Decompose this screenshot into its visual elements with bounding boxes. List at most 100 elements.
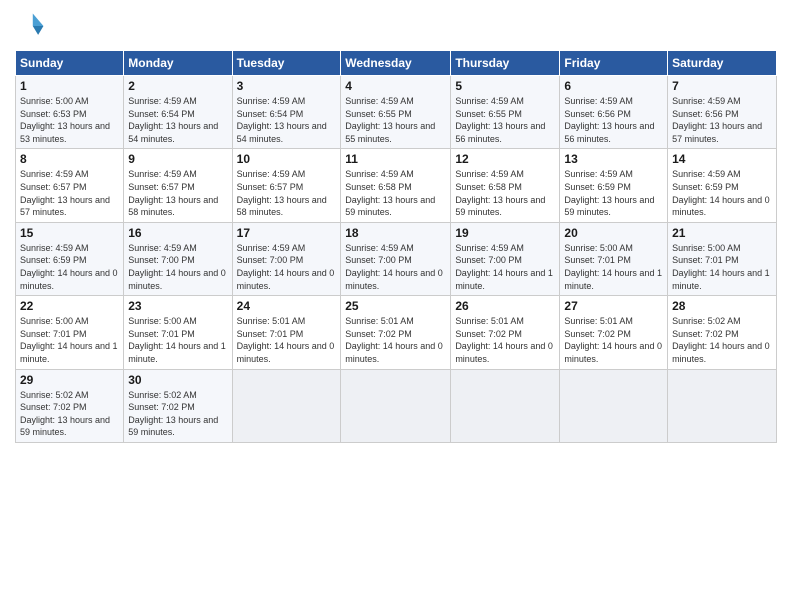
calendar-cell: 6 Sunrise: 4:59 AMSunset: 6:56 PMDayligh… [560,76,668,149]
day-number: 9 [128,152,227,166]
calendar-cell: 18 Sunrise: 4:59 AMSunset: 7:00 PMDaylig… [341,222,451,295]
calendar-cell: 10 Sunrise: 4:59 AMSunset: 6:57 PMDaylig… [232,149,341,222]
day-detail: Sunrise: 4:59 AMSunset: 6:55 PMDaylight:… [455,95,555,145]
day-number: 18 [345,226,446,240]
day-number: 21 [672,226,772,240]
calendar-cell: 16 Sunrise: 4:59 AMSunset: 7:00 PMDaylig… [124,222,232,295]
calendar-cell: 17 Sunrise: 4:59 AMSunset: 7:00 PMDaylig… [232,222,341,295]
day-detail: Sunrise: 4:59 AMSunset: 6:57 PMDaylight:… [237,168,337,218]
logo [15,10,49,42]
day-number: 14 [672,152,772,166]
day-detail: Sunrise: 5:00 AMSunset: 7:01 PMDaylight:… [128,315,227,365]
day-detail: Sunrise: 4:59 AMSunset: 7:00 PMDaylight:… [128,242,227,292]
calendar-cell: 11 Sunrise: 4:59 AMSunset: 6:58 PMDaylig… [341,149,451,222]
day-number: 3 [237,79,337,93]
day-number: 6 [564,79,663,93]
calendar-table: SundayMondayTuesdayWednesdayThursdayFrid… [15,50,777,443]
calendar-cell [451,369,560,442]
day-detail: Sunrise: 4:59 AMSunset: 6:54 PMDaylight:… [128,95,227,145]
day-detail: Sunrise: 4:59 AMSunset: 7:00 PMDaylight:… [237,242,337,292]
day-detail: Sunrise: 4:59 AMSunset: 6:58 PMDaylight:… [455,168,555,218]
calendar-week-row: 8 Sunrise: 4:59 AMSunset: 6:57 PMDayligh… [16,149,777,222]
calendar-cell: 7 Sunrise: 4:59 AMSunset: 6:56 PMDayligh… [668,76,777,149]
calendar-cell [668,369,777,442]
day-detail: Sunrise: 5:01 AMSunset: 7:02 PMDaylight:… [345,315,446,365]
calendar-cell: 3 Sunrise: 4:59 AMSunset: 6:54 PMDayligh… [232,76,341,149]
day-number: 26 [455,299,555,313]
day-number: 4 [345,79,446,93]
calendar-cell: 9 Sunrise: 4:59 AMSunset: 6:57 PMDayligh… [124,149,232,222]
weekday-header-saturday: Saturday [668,51,777,76]
calendar-cell: 29 Sunrise: 5:02 AMSunset: 7:02 PMDaylig… [16,369,124,442]
calendar-cell: 30 Sunrise: 5:02 AMSunset: 7:02 PMDaylig… [124,369,232,442]
day-detail: Sunrise: 4:59 AMSunset: 6:59 PMDaylight:… [672,168,772,218]
day-detail: Sunrise: 4:59 AMSunset: 6:59 PMDaylight:… [20,242,119,292]
day-detail: Sunrise: 4:59 AMSunset: 6:54 PMDaylight:… [237,95,337,145]
calendar-week-row: 29 Sunrise: 5:02 AMSunset: 7:02 PMDaylig… [16,369,777,442]
calendar-cell: 14 Sunrise: 4:59 AMSunset: 6:59 PMDaylig… [668,149,777,222]
weekday-header-wednesday: Wednesday [341,51,451,76]
calendar-cell: 2 Sunrise: 4:59 AMSunset: 6:54 PMDayligh… [124,76,232,149]
calendar-cell [341,369,451,442]
weekday-header-row: SundayMondayTuesdayWednesdayThursdayFrid… [16,51,777,76]
calendar-week-row: 1 Sunrise: 5:00 AMSunset: 6:53 PMDayligh… [16,76,777,149]
header [15,10,777,42]
day-number: 22 [20,299,119,313]
calendar-cell: 19 Sunrise: 4:59 AMSunset: 7:00 PMDaylig… [451,222,560,295]
day-number: 5 [455,79,555,93]
day-number: 2 [128,79,227,93]
day-number: 13 [564,152,663,166]
calendar-cell: 13 Sunrise: 4:59 AMSunset: 6:59 PMDaylig… [560,149,668,222]
day-number: 17 [237,226,337,240]
day-number: 19 [455,226,555,240]
calendar-cell: 27 Sunrise: 5:01 AMSunset: 7:02 PMDaylig… [560,296,668,369]
day-number: 20 [564,226,663,240]
day-number: 30 [128,373,227,387]
calendar-cell: 4 Sunrise: 4:59 AMSunset: 6:55 PMDayligh… [341,76,451,149]
calendar-cell: 24 Sunrise: 5:01 AMSunset: 7:01 PMDaylig… [232,296,341,369]
day-detail: Sunrise: 4:59 AMSunset: 6:57 PMDaylight:… [20,168,119,218]
day-detail: Sunrise: 5:00 AMSunset: 7:01 PMDaylight:… [20,315,119,365]
day-detail: Sunrise: 5:01 AMSunset: 7:02 PMDaylight:… [564,315,663,365]
day-number: 29 [20,373,119,387]
day-number: 15 [20,226,119,240]
weekday-header-tuesday: Tuesday [232,51,341,76]
day-detail: Sunrise: 4:59 AMSunset: 7:00 PMDaylight:… [455,242,555,292]
calendar-cell [560,369,668,442]
day-detail: Sunrise: 4:59 AMSunset: 6:58 PMDaylight:… [345,168,446,218]
calendar-cell: 5 Sunrise: 4:59 AMSunset: 6:55 PMDayligh… [451,76,560,149]
weekday-header-friday: Friday [560,51,668,76]
weekday-header-thursday: Thursday [451,51,560,76]
day-number: 7 [672,79,772,93]
calendar-cell: 12 Sunrise: 4:59 AMSunset: 6:58 PMDaylig… [451,149,560,222]
calendar-cell [232,369,341,442]
day-number: 28 [672,299,772,313]
weekday-header-sunday: Sunday [16,51,124,76]
calendar-cell: 15 Sunrise: 4:59 AMSunset: 6:59 PMDaylig… [16,222,124,295]
day-detail: Sunrise: 5:02 AMSunset: 7:02 PMDaylight:… [672,315,772,365]
day-number: 8 [20,152,119,166]
day-number: 10 [237,152,337,166]
day-detail: Sunrise: 4:59 AMSunset: 6:56 PMDaylight:… [672,95,772,145]
day-number: 16 [128,226,227,240]
day-detail: Sunrise: 4:59 AMSunset: 6:55 PMDaylight:… [345,95,446,145]
logo-icon [15,10,47,42]
day-detail: Sunrise: 5:01 AMSunset: 7:02 PMDaylight:… [455,315,555,365]
day-detail: Sunrise: 4:59 AMSunset: 6:59 PMDaylight:… [564,168,663,218]
day-number: 25 [345,299,446,313]
weekday-header-monday: Monday [124,51,232,76]
calendar-cell: 8 Sunrise: 4:59 AMSunset: 6:57 PMDayligh… [16,149,124,222]
day-detail: Sunrise: 4:59 AMSunset: 6:56 PMDaylight:… [564,95,663,145]
day-number: 1 [20,79,119,93]
day-detail: Sunrise: 5:01 AMSunset: 7:01 PMDaylight:… [237,315,337,365]
calendar-cell: 1 Sunrise: 5:00 AMSunset: 6:53 PMDayligh… [16,76,124,149]
calendar-cell: 25 Sunrise: 5:01 AMSunset: 7:02 PMDaylig… [341,296,451,369]
calendar-week-row: 22 Sunrise: 5:00 AMSunset: 7:01 PMDaylig… [16,296,777,369]
day-number: 23 [128,299,227,313]
calendar-week-row: 15 Sunrise: 4:59 AMSunset: 6:59 PMDaylig… [16,222,777,295]
calendar-cell: 23 Sunrise: 5:00 AMSunset: 7:01 PMDaylig… [124,296,232,369]
day-detail: Sunrise: 4:59 AMSunset: 7:00 PMDaylight:… [345,242,446,292]
day-detail: Sunrise: 5:02 AMSunset: 7:02 PMDaylight:… [20,389,119,439]
day-detail: Sunrise: 5:00 AMSunset: 7:01 PMDaylight:… [564,242,663,292]
day-number: 27 [564,299,663,313]
